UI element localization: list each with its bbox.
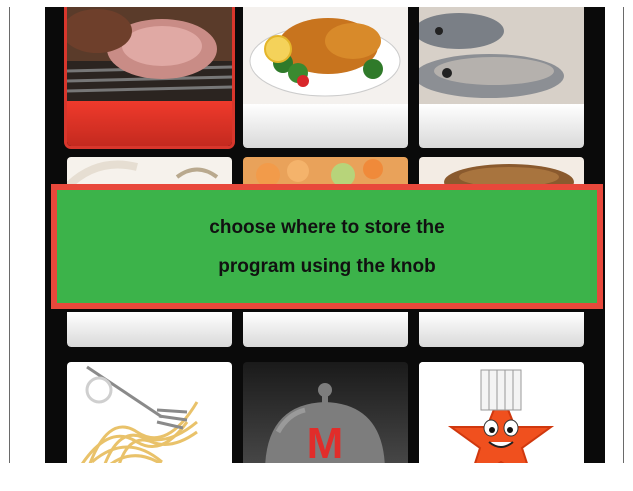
tile-row2-right-label — [419, 312, 584, 347]
tile-fish-label — [419, 104, 584, 148]
tile-row2-middle-label — [243, 312, 408, 347]
chef-star-icon — [419, 362, 584, 463]
tile-roast-chicken-label — [243, 104, 408, 148]
tile-chef-star[interactable] — [419, 362, 584, 463]
store-program-message: choose where to store the program using … — [51, 184, 603, 309]
tile-memory-program[interactable]: M — [243, 362, 408, 463]
message-line-2: program using the knob — [218, 255, 436, 277]
message-line-1: choose where to store the — [209, 216, 445, 238]
tile-roast-meat-label — [67, 101, 232, 146]
tile-roast-chicken[interactable] — [243, 7, 408, 148]
tile-row2-left-label — [67, 312, 232, 347]
memory-letter: M — [307, 419, 344, 463]
fish-image — [419, 7, 584, 104]
tile-roast-meat[interactable] — [64, 7, 235, 149]
roast-meat-image — [67, 7, 232, 101]
tile-spaghetti[interactable] — [67, 362, 232, 463]
cloche-icon: M — [265, 383, 385, 463]
spaghetti-image — [67, 362, 232, 463]
tile-fish[interactable] — [419, 7, 584, 148]
roast-chicken-image — [243, 7, 408, 104]
